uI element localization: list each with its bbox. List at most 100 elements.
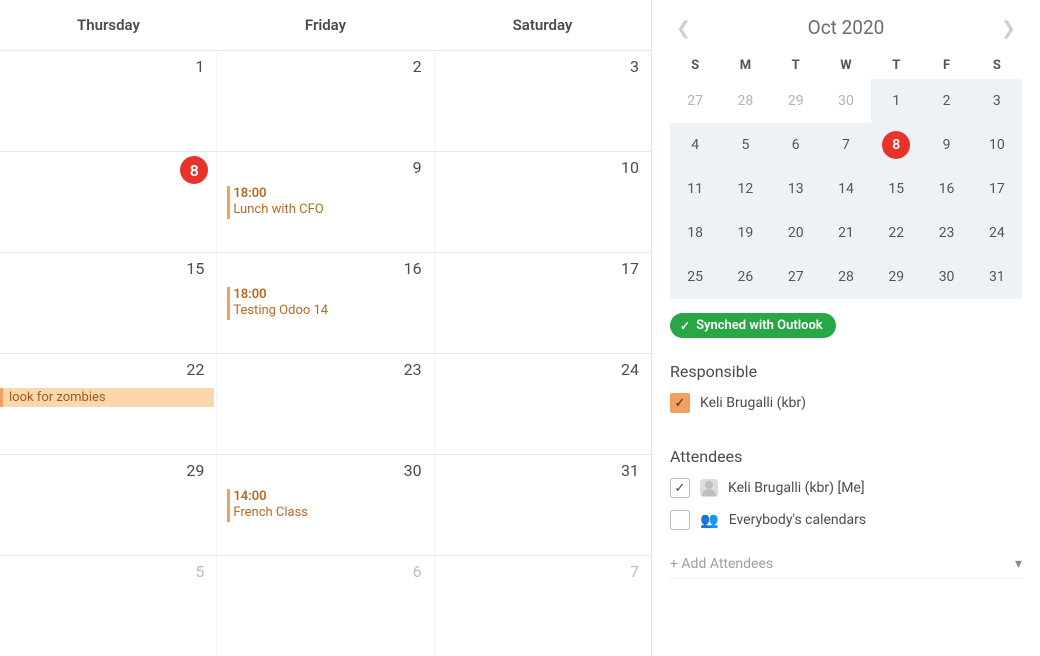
allday-event[interactable]: look for zombies	[0, 388, 214, 407]
mini-calendar-dow: SMTWTFS	[670, 52, 1022, 79]
mini-day[interactable]: 28	[720, 79, 770, 123]
add-attendees-placeholder: + Add Attendees	[670, 556, 773, 572]
calendar-cell[interactable]: 3	[434, 51, 651, 151]
mini-day[interactable]: 31	[972, 255, 1022, 299]
mini-day-number: 17	[983, 175, 1011, 203]
mini-day[interactable]: 6	[771, 123, 821, 167]
mini-day[interactable]: 26	[720, 255, 770, 299]
timed-event[interactable]: 18:00Lunch with CFO	[233, 186, 323, 219]
calendar-cell[interactable]: 8	[0, 152, 216, 252]
mini-day[interactable]: 21	[821, 211, 871, 255]
calendar-cell[interactable]: 7	[434, 556, 651, 656]
main-calendar: ThursdayFridaySaturday 1238918:00Lunch w…	[0, 0, 652, 656]
mini-day[interactable]: 25	[670, 255, 720, 299]
mini-day[interactable]: 18	[670, 211, 720, 255]
check-icon: ✓	[680, 319, 690, 333]
main-day-header: Friday	[217, 0, 434, 50]
attendee-checkbox[interactable]	[670, 510, 690, 530]
mini-dow: F	[921, 52, 971, 79]
mini-day[interactable]: 30	[921, 255, 971, 299]
main-calendar-header: ThursdayFridaySaturday	[0, 0, 651, 50]
cell-date: 29	[186, 461, 204, 480]
calendar-cell[interactable]: 24	[434, 354, 651, 454]
event-time: 14:00	[233, 489, 308, 505]
mini-day-number: 30	[832, 87, 860, 115]
mini-day[interactable]: 29	[871, 255, 921, 299]
calendar-cell[interactable]: 29	[0, 455, 216, 555]
mini-day[interactable]: 1	[871, 79, 921, 123]
mini-day-number: 28	[832, 263, 860, 291]
mini-day[interactable]: 23	[921, 211, 971, 255]
calendar-cell[interactable]: 2	[216, 51, 433, 151]
attendee-checkbox[interactable]: ✓	[670, 478, 690, 498]
mini-day[interactable]: 7	[821, 123, 871, 167]
mini-day[interactable]: 11	[670, 167, 720, 211]
mini-day[interactable]: 27	[670, 79, 720, 123]
mini-day[interactable]: 27	[771, 255, 821, 299]
mini-day[interactable]: 9	[921, 123, 971, 167]
mini-day-number: 14	[832, 175, 860, 203]
caret-down-icon: ▾	[1015, 556, 1022, 572]
mini-day[interactable]: 15	[871, 167, 921, 211]
calendar-cell[interactable]: 30 14:00French Class	[216, 455, 433, 555]
mini-day[interactable]: 13	[771, 167, 821, 211]
calendar-cell[interactable]: 6	[216, 556, 433, 656]
responsible-checkbox[interactable]: ✓	[670, 393, 690, 413]
attendee-row[interactable]: 👥Everybody's calendars	[670, 510, 1022, 530]
mini-day[interactable]: 29	[771, 79, 821, 123]
attendee-row[interactable]: ✓Keli Brugalli (kbr) [Me]	[670, 478, 1022, 498]
cell-date: 6	[413, 562, 422, 581]
cell-date: 23	[404, 360, 422, 379]
mini-day-number: 18	[681, 219, 709, 247]
cell-date: 24	[621, 360, 639, 379]
mini-dow: T	[871, 52, 921, 79]
add-attendees-input[interactable]: + Add Attendees ▾	[670, 556, 1022, 579]
mini-day[interactable]: 8	[871, 123, 921, 167]
mini-day[interactable]: 20	[771, 211, 821, 255]
prev-month-button[interactable]: ❮	[676, 18, 691, 39]
cell-date: 22	[186, 360, 204, 379]
calendar-cell[interactable]: 22 look for zombies	[0, 354, 216, 454]
mini-calendar-title: Oct 2020	[808, 16, 885, 39]
mini-day-number: 19	[731, 219, 759, 247]
cell-date: 30	[404, 461, 422, 480]
calendar-cell[interactable]: 17	[434, 253, 651, 353]
mini-day[interactable]: 24	[972, 211, 1022, 255]
mini-day-number: 15	[882, 175, 910, 203]
mini-day[interactable]: 5	[720, 123, 770, 167]
cell-date: 16	[404, 259, 422, 278]
timed-event[interactable]: 14:00French Class	[233, 489, 308, 522]
timed-event[interactable]: 18:00Testing Odoo 14	[233, 287, 328, 320]
mini-day[interactable]: 2	[921, 79, 971, 123]
calendar-cell[interactable]: 23	[216, 354, 433, 454]
next-month-button[interactable]: ❯	[1001, 18, 1016, 39]
mini-day[interactable]: 10	[972, 123, 1022, 167]
mini-day-number: 13	[782, 175, 810, 203]
mini-day-number: 21	[832, 219, 860, 247]
mini-day[interactable]: 28	[821, 255, 871, 299]
mini-day-number: 11	[681, 175, 709, 203]
calendar-cell[interactable]: 16 18:00Testing Odoo 14	[216, 253, 433, 353]
mini-day[interactable]: 14	[821, 167, 871, 211]
mini-day[interactable]: 16	[921, 167, 971, 211]
calendar-cell[interactable]: 15	[0, 253, 216, 353]
mini-day[interactable]: 3	[972, 79, 1022, 123]
mini-day[interactable]: 19	[720, 211, 770, 255]
calendar-row: 8 918:00Lunch with CFO10	[0, 151, 651, 252]
responsible-row[interactable]: ✓ Keli Brugalli (kbr)	[670, 393, 1022, 413]
mini-day[interactable]: 12	[720, 167, 770, 211]
calendar-cell[interactable]: 10	[434, 152, 651, 252]
mini-day[interactable]: 4	[670, 123, 720, 167]
cell-date: 31	[621, 461, 639, 480]
calendar-cell[interactable]: 918:00Lunch with CFO	[216, 152, 433, 252]
calendar-cell[interactable]: 31	[434, 455, 651, 555]
cell-date: 8	[180, 156, 208, 184]
mini-day[interactable]: 30	[821, 79, 871, 123]
calendar-cell[interactable]: 5	[0, 556, 216, 656]
mini-day[interactable]: 22	[871, 211, 921, 255]
calendar-cell[interactable]: 1	[0, 51, 216, 151]
responsible-title: Responsible	[670, 362, 1022, 381]
mini-day[interactable]: 17	[972, 167, 1022, 211]
mini-day-number: 16	[933, 175, 961, 203]
mini-day-number: 25	[681, 263, 709, 291]
